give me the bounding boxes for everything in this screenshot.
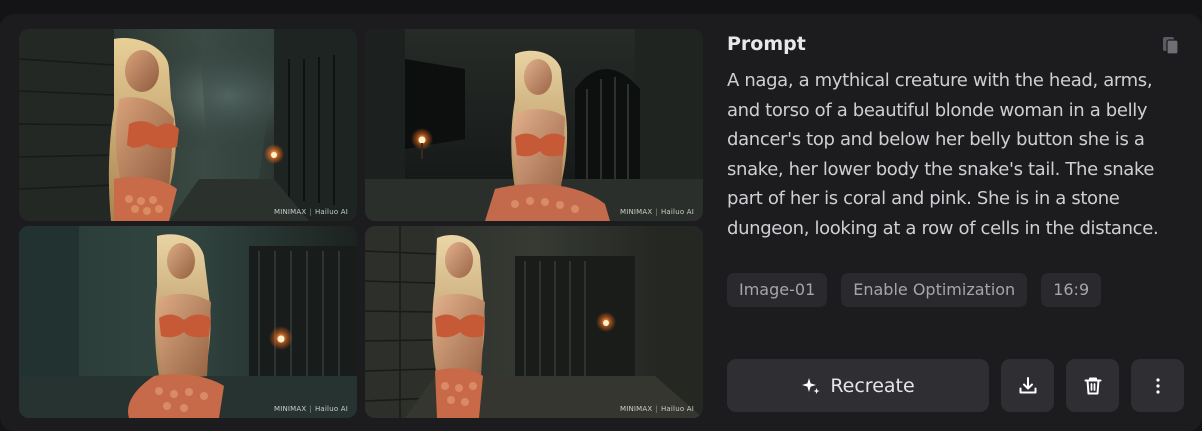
sparkle-icon xyxy=(802,377,820,394)
copy-prompt-button[interactable] xyxy=(1160,34,1182,56)
watermark-product: Hailuo AI xyxy=(314,208,348,216)
generated-image-2-art xyxy=(365,29,703,221)
generated-image-2[interactable]: MINIMAX | Hailuo AI xyxy=(365,29,703,221)
recreate-label: Recreate xyxy=(830,374,915,397)
watermark-brand: MINIMAX xyxy=(273,208,307,216)
watermark-product: Hailuo AI xyxy=(314,405,348,413)
image-grid: MINIMAX | Hailuo AI MINIMAX | Hailuo AI … xyxy=(19,29,703,418)
model-tag: Image-01 xyxy=(727,273,828,307)
watermark-brand: MINIMAX xyxy=(619,405,653,413)
more-options-button[interactable] xyxy=(1131,359,1184,412)
generated-image-1[interactable]: MINIMAX | Hailuo AI xyxy=(19,29,357,221)
watermark-separator: | xyxy=(655,208,658,216)
delete-button[interactable] xyxy=(1066,359,1119,412)
watermark: MINIMAX | Hailuo AI xyxy=(620,208,694,216)
generated-image-3-art xyxy=(19,226,357,418)
prompt-text: A naga, a mythical creature with the hea… xyxy=(727,70,1159,239)
watermark-brand: MINIMAX xyxy=(619,208,653,216)
generated-image-4-art xyxy=(365,226,703,418)
prompt-title: Prompt xyxy=(727,33,806,55)
settings-tags: Image-01 Enable Optimization 16:9 xyxy=(727,273,1102,307)
watermark-brand: MINIMAX xyxy=(273,405,307,413)
trash-icon xyxy=(1084,377,1101,394)
copy-icon xyxy=(1163,37,1179,55)
optimization-tag: Enable Optimization xyxy=(841,273,1028,307)
download-button[interactable] xyxy=(1001,359,1054,412)
watermark-product: Hailuo AI xyxy=(660,405,694,413)
generated-image-1-art xyxy=(19,29,357,221)
recreate-button[interactable]: Recreate xyxy=(727,359,989,412)
watermark-separator: | xyxy=(655,405,658,413)
generation-card: MINIMAX | Hailuo AI MINIMAX | Hailuo AI … xyxy=(0,14,1202,431)
generated-image-3[interactable]: MINIMAX | Hailuo AI xyxy=(19,226,357,418)
watermark: MINIMAX | Hailuo AI xyxy=(274,208,348,216)
watermark-separator: | xyxy=(309,208,312,216)
generated-image-4[interactable]: MINIMAX | Hailuo AI xyxy=(365,226,703,418)
more-vertical-icon xyxy=(1155,377,1160,394)
watermark: MINIMAX | Hailuo AI xyxy=(274,405,348,413)
watermark-product: Hailuo AI xyxy=(660,208,694,216)
watermark: MINIMAX | Hailuo AI xyxy=(620,405,694,413)
download-icon xyxy=(1019,376,1036,393)
aspect-ratio-tag: 16:9 xyxy=(1041,273,1102,307)
watermark-separator: | xyxy=(309,405,312,413)
